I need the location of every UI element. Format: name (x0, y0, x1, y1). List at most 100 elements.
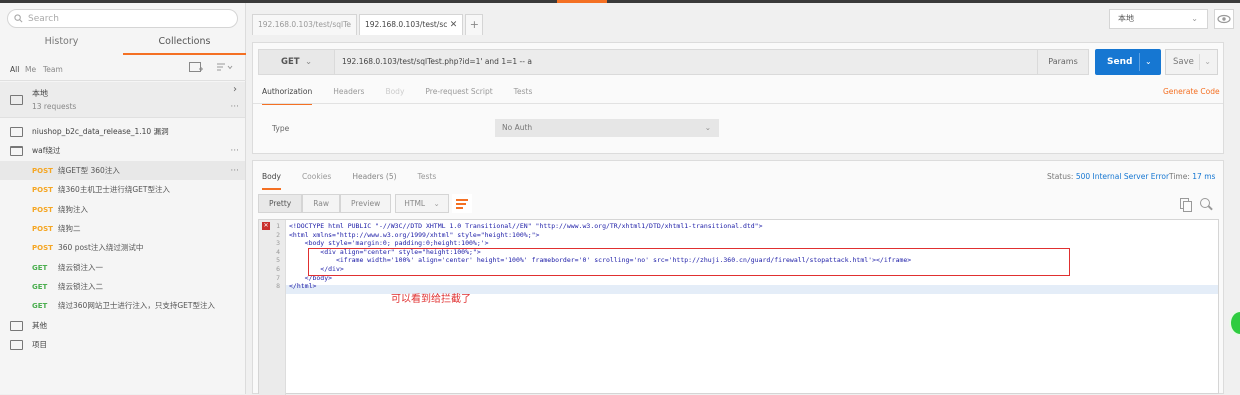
request-tabstrip: 192.168.0.103/test/sqlTe 192.168.0.103/t… (252, 14, 485, 35)
folder-name: waf绕过 (32, 146, 61, 155)
request-item[interactable]: GET 绕过360网站卫士进行注入，只支持GET型注入 (0, 296, 245, 315)
wrap-lines-button[interactable] (451, 194, 472, 213)
tab-response-headers-label: Headers (5) (352, 172, 397, 181)
request-item[interactable]: POST 绕360主机卫士进行绕GET型注入 (0, 180, 245, 199)
code-line: </html> (289, 282, 317, 291)
environment-select[interactable]: 本地 ⌄ (1109, 9, 1208, 29)
floating-status-button[interactable] (1229, 310, 1240, 336)
send-button[interactable]: Send ⌄ (1095, 49, 1161, 75)
request-name: 绕狗二 (58, 224, 81, 233)
line-number: 1 (276, 222, 280, 230)
folder-niushop[interactable]: niushop_b2c_data_release_1.10 漏洞 (0, 122, 245, 141)
filter-all[interactable]: All (10, 65, 19, 74)
folder-name: 项目 (32, 340, 47, 349)
auth-type-label: Type (272, 124, 290, 133)
chevron-down-icon: ⌄ (433, 199, 440, 208)
view-pretty-button[interactable]: Pretty (258, 194, 303, 213)
collection-main[interactable]: 本地 13 requests › ··· (0, 82, 245, 118)
response-time: Time: 17 ms (1169, 172, 1215, 181)
chevron-down-icon: ⌄ (305, 57, 313, 67)
folder-name: niushop_b2c_data_release_1.10 漏洞 (32, 127, 169, 136)
chevron-down-icon: ⌄ (704, 123, 711, 132)
wrap-icon (455, 199, 468, 201)
save-button[interactable]: Save ⌄ (1165, 49, 1218, 75)
method-badge: GET (32, 301, 48, 310)
request-item[interactable]: POST 绕GET型 360注入 ··· (0, 161, 245, 180)
environment-value: 本地 (1118, 14, 1134, 23)
response-subtabs: Body Cookies Headers (5) Tests (262, 172, 457, 190)
more-icon[interactable]: ··· (230, 102, 239, 112)
environment-quick-look-button[interactable] (1214, 9, 1234, 29)
url-input[interactable]: 192.168.0.103/test/sqlTest.php?id=1' and… (334, 49, 1038, 75)
request-item[interactable]: GET 绕云锁注入一 (0, 258, 245, 277)
highlight-box (308, 248, 1070, 276)
view-raw-button[interactable]: Raw (302, 194, 341, 213)
request-item[interactable]: POST 绕狗二 (0, 219, 245, 238)
request-name: 绕云锁注入二 (58, 282, 103, 291)
chevron-down-icon[interactable]: ⌄ (1204, 50, 1211, 74)
line-number: 3 (276, 239, 280, 248)
generate-code-link[interactable]: Generate Code (1163, 87, 1220, 96)
code-line: <html xmlns="http://www.w3.org/1999/xhtm… (289, 230, 540, 239)
line-number: 2 (276, 230, 280, 239)
sidebar: Search History Collections All Me Team 本… (0, 3, 246, 394)
collection-filters: All Me Team (0, 55, 246, 81)
new-collection-icon[interactable] (189, 62, 203, 73)
tab-history[interactable]: History (0, 33, 123, 55)
more-icon[interactable]: ··· (230, 166, 239, 176)
eye-icon (1217, 14, 1231, 24)
request-item[interactable]: POST 360 post注入绕过测试中 (0, 238, 245, 257)
request-tab-active[interactable]: 192.168.0.103/test/sc ✕ (359, 14, 464, 35)
folder-other[interactable]: 其他 (0, 316, 245, 335)
request-tab-label: 192.168.0.103/test/sqlTe (258, 20, 351, 29)
chevron-down-icon[interactable]: ⌄ (1145, 49, 1152, 75)
request-name: 绕GET型 360注入 (58, 166, 120, 175)
status-label: Status: (1047, 172, 1074, 181)
status-value: 500 Internal Server Error (1075, 172, 1170, 181)
filter-me[interactable]: Me (25, 65, 36, 74)
view-preview-button[interactable]: Preview (340, 194, 392, 213)
collection-name: 本地 (32, 89, 48, 98)
plus-icon: + (469, 18, 479, 31)
tab-collections[interactable]: Collections (123, 33, 246, 55)
code-line: <body style='margin:0; padding:0;height:… (289, 239, 489, 248)
request-name: 360 post注入绕过测试中 (58, 243, 144, 252)
method-badge: POST (32, 224, 53, 233)
response-status: Status: 500 Internal Server Error (1047, 172, 1169, 181)
sort-icon[interactable] (216, 63, 234, 72)
folder-project[interactable]: 项目 (0, 335, 245, 354)
tab-cookies[interactable]: Cookies (302, 172, 331, 190)
copy-icon-front (1183, 201, 1192, 212)
line-number: 7 (276, 273, 280, 282)
folder-waf[interactable]: waf绕过 ··· (0, 141, 245, 160)
more-icon[interactable]: ··· (230, 146, 239, 156)
line-number: 8 (276, 282, 280, 291)
tab-response-tests[interactable]: Tests (418, 172, 437, 190)
response-editor[interactable]: ✕ 1 <!DOCTYPE html PUBLIC "-//W3C//DTD XH… (258, 219, 1219, 395)
close-icon[interactable]: ✕ (450, 20, 458, 30)
chevron-right-icon[interactable]: › (233, 84, 237, 95)
annotation-text: 可以看到给拦截了 (391, 294, 471, 305)
line-number: 6 (276, 265, 280, 273)
tab-response-headers[interactable]: Headers (5) (352, 172, 396, 190)
sidebar-tabs: History Collections (0, 33, 246, 55)
auth-type-select[interactable]: No Auth ⌄ (495, 119, 719, 137)
divider (253, 103, 1223, 104)
params-button[interactable]: Params (1037, 49, 1089, 75)
request-item[interactable]: GET 绕云锁注入二 (0, 277, 245, 296)
method-select[interactable]: GET ⌄ (258, 49, 335, 75)
response-view-bar: Pretty Raw Preview HTML ⌄ (258, 194, 472, 213)
search-input[interactable]: Search (7, 9, 238, 28)
method-badge: POST (32, 185, 53, 194)
request-name: 绕360主机卫士进行绕GET型注入 (58, 185, 170, 194)
request-item[interactable]: POST 绕狗注入 (0, 200, 245, 219)
method-value: GET (281, 57, 300, 67)
filter-team[interactable]: Team (43, 65, 63, 74)
format-select[interactable]: HTML ⌄ (395, 194, 449, 213)
new-tab-button[interactable]: + (465, 14, 484, 35)
tab-response-body[interactable]: Body (262, 172, 281, 190)
folder-open-icon (10, 145, 23, 156)
format-value: HTML (404, 199, 426, 208)
request-tab-label: 192.168.0.103/test/sc (365, 20, 448, 29)
request-tab[interactable]: 192.168.0.103/test/sqlTe (252, 14, 357, 35)
